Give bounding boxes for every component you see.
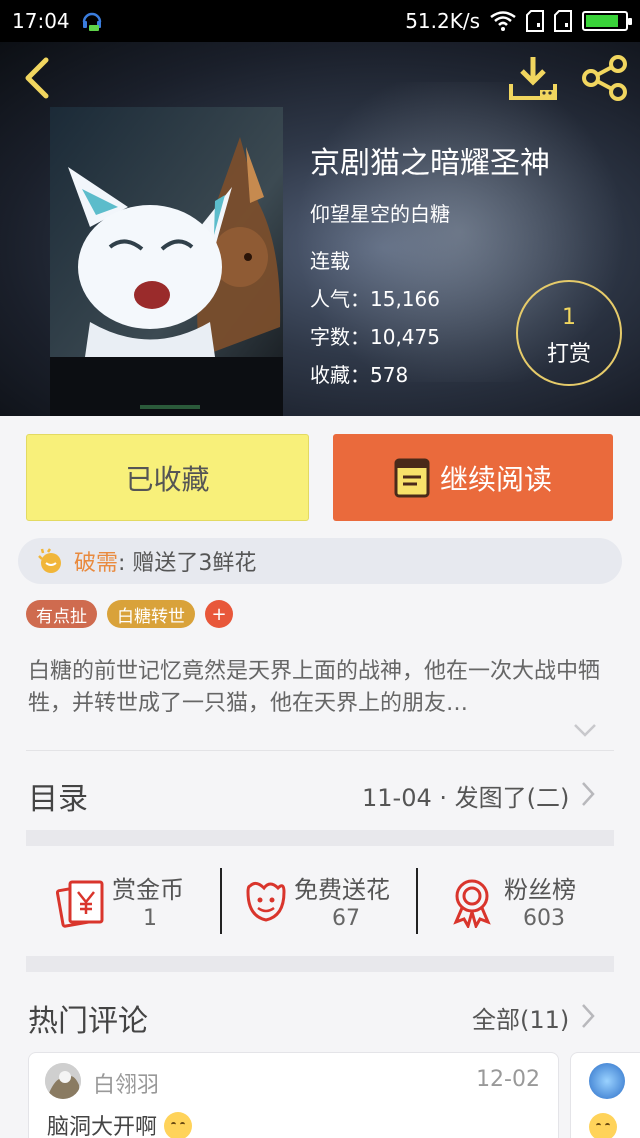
- stat-value: 10,475: [370, 325, 440, 349]
- stat-favorites: 收藏：578: [310, 359, 408, 388]
- book-title: 京剧猫之暗耀圣神: [310, 146, 550, 181]
- headset-app-icon: [82, 12, 101, 31]
- main-content: 已收藏 继续阅读 破需 : 赠送了3鲜花 有点扯 白糖转世 + 白糖的前世记忆竟…: [0, 416, 640, 1138]
- fan-ranking-button[interactable]: 粉丝榜 603: [448, 864, 598, 938]
- smile-emoji-icon: [164, 1112, 193, 1138]
- download-icon[interactable]: [508, 54, 558, 102]
- comment-body: 脑洞大开啊: [47, 1115, 158, 1138]
- gift-text: : 赠送了3鲜花: [118, 551, 257, 576]
- divider: [220, 868, 222, 934]
- reward-label: 粉丝榜: [504, 876, 576, 904]
- book-author[interactable]: 仰望星空的白糖: [310, 198, 450, 227]
- stat-value: 15,166: [370, 287, 440, 311]
- stat-value: 578: [370, 363, 409, 387]
- comment-card[interactable]: 白翎羽 12-02 脑洞大开啊: [28, 1052, 559, 1138]
- comment-date: 12-02: [476, 1067, 540, 1092]
- book-synopsis[interactable]: 白糖的前世记忆竟然是天界上面的战神，他在一次大战中牺牲，并转世成了一只猫，他在天…: [28, 656, 606, 720]
- book-status: 连载: [310, 249, 350, 273]
- chevron-right-icon[interactable]: [580, 780, 596, 808]
- continue-reading-button[interactable]: 继续阅读: [333, 434, 613, 521]
- book-icon: [394, 458, 430, 497]
- comment-text: 脑洞大开啊: [47, 1109, 193, 1138]
- network-speed: 51.2K/s: [405, 9, 480, 33]
- battery-icon: [582, 11, 632, 31]
- wifi-icon: [490, 11, 516, 31]
- continue-reading-label: 继续阅读: [439, 462, 552, 496]
- reward-label: 赏金币: [112, 876, 184, 904]
- flower-icon: [246, 881, 286, 922]
- toc-title[interactable]: 目录: [28, 774, 88, 818]
- status-time: 17:04: [12, 9, 70, 33]
- divider: [26, 750, 614, 751]
- add-tag-button[interactable]: +: [205, 600, 233, 628]
- tip-count: 1: [562, 305, 576, 330]
- stat-popularity: 人气：15,166: [310, 283, 440, 312]
- stat-label: 人气：: [310, 287, 370, 311]
- gift-notice[interactable]: 破需 : 赠送了3鲜花: [18, 538, 622, 584]
- comment-author[interactable]: 白翎羽: [93, 1067, 159, 1099]
- tip-button[interactable]: 1 打赏: [516, 280, 622, 386]
- reward-value: 603: [523, 906, 565, 931]
- tip-label: 打赏: [546, 342, 591, 367]
- toc-latest-chapter[interactable]: 11-04 · 发图了(二): [362, 778, 569, 813]
- sim-card-icon: [526, 10, 544, 32]
- red-envelope-icon: [56, 880, 104, 928]
- back-chevron-icon[interactable]: [18, 56, 58, 100]
- collected-button[interactable]: 已收藏: [26, 434, 309, 521]
- chevron-right-icon[interactable]: [580, 1002, 596, 1030]
- stat-word-count: 字数：10,475: [310, 321, 440, 350]
- section-separator: [26, 830, 614, 846]
- smile-emoji-icon: [589, 1113, 617, 1138]
- hot-comments-title: 热门评论: [28, 1004, 148, 1039]
- share-icon[interactable]: [580, 54, 630, 102]
- section-separator: [26, 956, 614, 972]
- status-bar: 17:04 51.2K/s: [0, 0, 640, 42]
- book-cover-image[interactable]: [50, 107, 283, 416]
- reward-value: 1: [143, 906, 157, 931]
- free-flower-button[interactable]: 免费送花 67: [240, 864, 410, 938]
- reward-label: 免费送花: [294, 876, 390, 904]
- stat-label: 字数：: [310, 325, 370, 349]
- stat-label: 收藏：: [310, 363, 370, 387]
- medal-icon: [453, 879, 491, 928]
- tag-item[interactable]: 白糖转世: [107, 600, 195, 628]
- book-header: 京剧猫之暗耀圣神 仰望星空的白糖 连载 人气：15,166 字数：10,475 …: [0, 42, 640, 416]
- divider: [416, 868, 418, 934]
- sim-card-icon: [554, 10, 572, 32]
- gift-user[interactable]: 破需: [74, 545, 118, 577]
- avatar[interactable]: [589, 1063, 625, 1099]
- all-comments-link[interactable]: 全部(11): [472, 1000, 569, 1035]
- thumbs-up-icon: [38, 548, 61, 573]
- gold-coin-reward-button[interactable]: 赏金币 1: [56, 864, 216, 938]
- avatar[interactable]: [45, 1063, 81, 1099]
- tag-item[interactable]: 有点扯: [26, 600, 97, 628]
- reward-value: 67: [332, 906, 360, 931]
- comment-card[interactable]: [570, 1052, 640, 1138]
- tag-list: 有点扯 白糖转世 +: [26, 600, 233, 628]
- chevron-down-icon[interactable]: [572, 722, 598, 738]
